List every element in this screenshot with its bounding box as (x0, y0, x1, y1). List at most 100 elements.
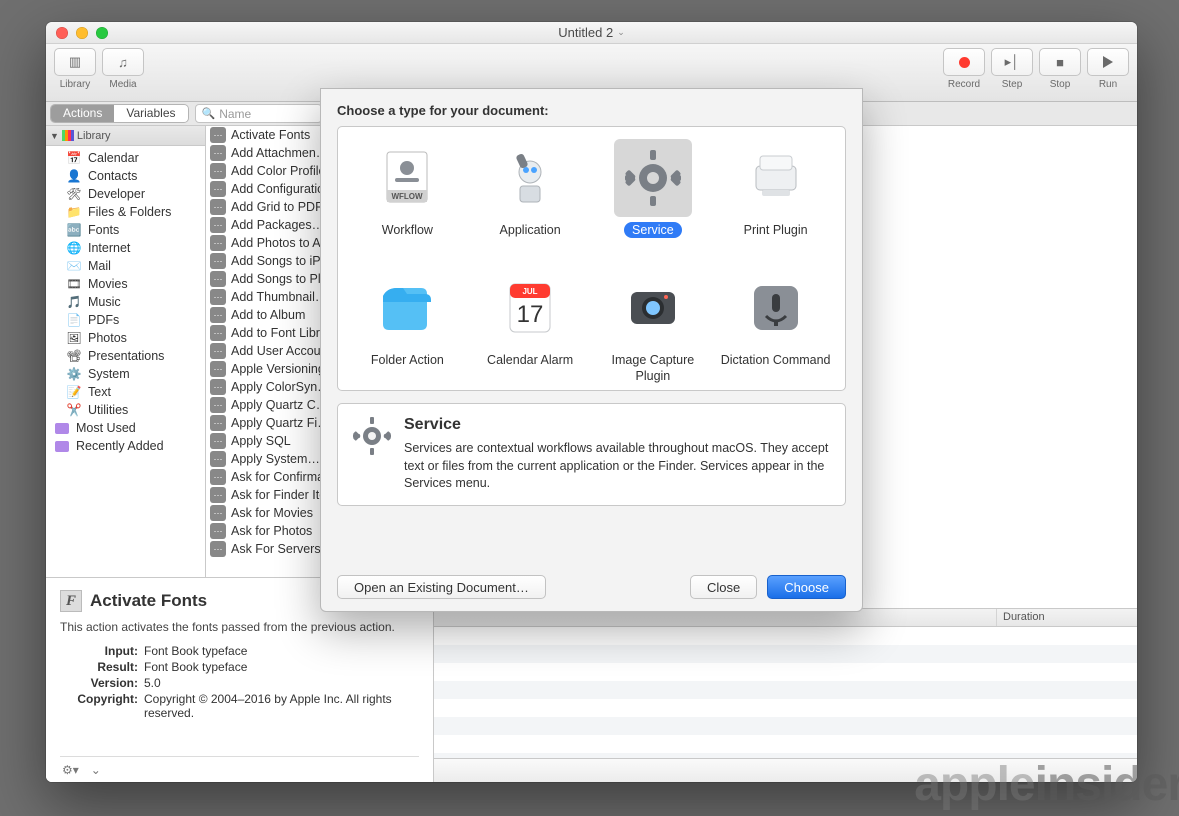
category-item[interactable]: 🖼Photos (46, 329, 205, 347)
category-item[interactable]: ✉️Mail (46, 257, 205, 275)
action-item[interactable]: ⋯Ask for Movies (206, 504, 325, 522)
minimize-window-button[interactable] (76, 27, 88, 39)
close-button[interactable]: Close (690, 575, 757, 599)
search-input[interactable]: 🔍 Name (195, 104, 322, 123)
action-item[interactable]: ⋯Activate Fonts (206, 126, 325, 144)
doc-type-image-capture-plugin[interactable]: Image Capture Plugin (594, 269, 712, 384)
watermark: appleinsider (914, 757, 1179, 812)
doc-type-label: Dictation Command (721, 353, 831, 383)
action-item[interactable]: ⋯Apple Versioning (206, 360, 325, 378)
category-icon: 📄 (66, 312, 82, 328)
library-root-row[interactable]: ▼ Library (46, 126, 205, 146)
action-icon: ⋯ (210, 163, 226, 179)
action-item[interactable]: ⋯Add Thumbnail… (206, 288, 325, 306)
tab-variables[interactable]: Variables (114, 105, 187, 122)
run-toolbar-button[interactable]: Run (1087, 48, 1129, 90)
action-item[interactable]: ⋯Add Color Profile (206, 162, 325, 180)
smart-folder-icon (54, 438, 70, 454)
window-title-text: Untitled 2 (558, 25, 613, 40)
tab-actions[interactable]: Actions (51, 105, 114, 122)
doc-type-label: Calendar Alarm (487, 353, 573, 383)
open-existing-button[interactable]: Open an Existing Document… (337, 575, 546, 599)
doc-type-calendar-alarm[interactable]: JUL 17 Calendar Alarm (471, 269, 589, 384)
action-item[interactable]: ⋯Ask for Photos (206, 522, 325, 540)
doc-type-dictation-command[interactable]: Dictation Command (717, 269, 835, 384)
category-item[interactable]: 📁Files & Folders (46, 203, 205, 221)
category-item[interactable]: 👤Contacts (46, 167, 205, 185)
doc-type-workflow[interactable]: WFLOWWorkflow (348, 139, 466, 253)
action-item[interactable]: ⋯Add Packages…s (206, 216, 325, 234)
action-item[interactable]: ⋯Add Photos to Al (206, 234, 325, 252)
doc-type-label: Folder Action (371, 353, 444, 383)
close-window-button[interactable] (56, 27, 68, 39)
category-icon: 🔤 (66, 222, 82, 238)
action-item[interactable]: ⋯Ask for Finder Ite (206, 486, 325, 504)
action-item[interactable]: ⋯Add Configuratio (206, 180, 325, 198)
category-item[interactable]: 🎞Movies (46, 275, 205, 293)
log-col-duration[interactable]: Duration (997, 609, 1137, 626)
action-item[interactable]: ⋯Ask for Confirma (206, 468, 325, 486)
action-item[interactable]: ⋯Add Grid to PDF (206, 198, 325, 216)
action-icon: ⋯ (210, 469, 226, 485)
action-item[interactable]: ⋯Add Songs to iPo (206, 252, 325, 270)
action-item[interactable]: ⋯Add to Font Libra (206, 324, 325, 342)
action-item[interactable]: ⋯Add Attachmen… (206, 144, 325, 162)
collapse-icon[interactable]: ⌄ (91, 763, 101, 777)
category-icon: ⚙️ (66, 366, 82, 382)
action-item[interactable]: ⋯Apply ColorSyn… (206, 378, 325, 396)
traffic-lights (56, 27, 108, 39)
action-item[interactable]: ⋯Ask For Servers (206, 540, 325, 558)
smart-folder-icon (54, 420, 70, 436)
smart-folder-item[interactable]: Most Used (46, 419, 205, 437)
category-item[interactable]: 📄PDFs (46, 311, 205, 329)
category-item[interactable]: 🛠Developer (46, 185, 205, 203)
type-desc-body: Services are contextual workflows availa… (404, 440, 831, 493)
disclosure-triangle-icon[interactable]: ▼ (50, 131, 59, 141)
action-item[interactable]: ⋯Add Songs to Pla (206, 270, 325, 288)
category-icon: 🖼 (66, 330, 82, 346)
library-tabs: Actions Variables (50, 104, 189, 123)
action-icon: ⋯ (210, 145, 226, 161)
doc-type-application[interactable]: Application (471, 139, 589, 253)
category-item[interactable]: ✂️Utilities (46, 401, 205, 419)
category-item[interactable]: 🌐Internet (46, 239, 205, 257)
category-item[interactable]: 🎵Music (46, 293, 205, 311)
action-icon: ⋯ (210, 127, 226, 143)
action-item[interactable]: ⋯Add to Album (206, 306, 325, 324)
category-item[interactable]: 📝Text (46, 383, 205, 401)
action-icon: ⋯ (210, 487, 226, 503)
step-toolbar-button[interactable]: ▸│ Step (991, 48, 1033, 90)
window-title[interactable]: Untitled 2 ⌄ (558, 25, 624, 40)
doc-type-icon (614, 269, 692, 347)
library-toolbar-button[interactable]: ▥ Library (54, 48, 96, 90)
action-icon: ⋯ (210, 325, 226, 341)
stop-toolbar-button[interactable]: ■ Stop (1039, 48, 1081, 90)
action-item[interactable]: ⋯Apply System…g (206, 450, 325, 468)
info-footer: ⚙︎▾ ⌄ (60, 756, 419, 782)
svg-text:17: 17 (517, 301, 544, 328)
zoom-window-button[interactable] (96, 27, 108, 39)
category-item[interactable]: 🔤Fonts (46, 221, 205, 239)
doc-type-label: Application (500, 223, 561, 253)
category-item[interactable]: 📅Calendar (46, 149, 205, 167)
svg-text:JUL: JUL (523, 287, 538, 296)
action-item[interactable]: ⋯Apply SQL (206, 432, 325, 450)
action-item[interactable]: ⋯Add User Accoun (206, 342, 325, 360)
gear-icon[interactable]: ⚙︎▾ (62, 763, 79, 777)
action-icon: ⋯ (210, 289, 226, 305)
category-item[interactable]: ⚙️System (46, 365, 205, 383)
smart-folder-item[interactable]: Recently Added (46, 437, 205, 455)
record-icon (959, 57, 970, 68)
search-icon: 🔍 (202, 107, 216, 120)
doc-type-icon (737, 269, 815, 347)
action-item[interactable]: ⋯Apply Quartz Fi… (206, 414, 325, 432)
record-toolbar-button[interactable]: Record (943, 48, 985, 90)
font-icon: F (60, 590, 82, 612)
action-item[interactable]: ⋯Apply Quartz C… (206, 396, 325, 414)
doc-type-folder-action[interactable]: Folder Action (348, 269, 466, 384)
media-toolbar-button[interactable]: ♫ Media (102, 48, 144, 90)
choose-button[interactable]: Choose (767, 575, 846, 599)
doc-type-print-plugin[interactable]: Print Plugin (717, 139, 835, 253)
doc-type-service[interactable]: Service (594, 139, 712, 253)
category-item[interactable]: 📽Presentations (46, 347, 205, 365)
